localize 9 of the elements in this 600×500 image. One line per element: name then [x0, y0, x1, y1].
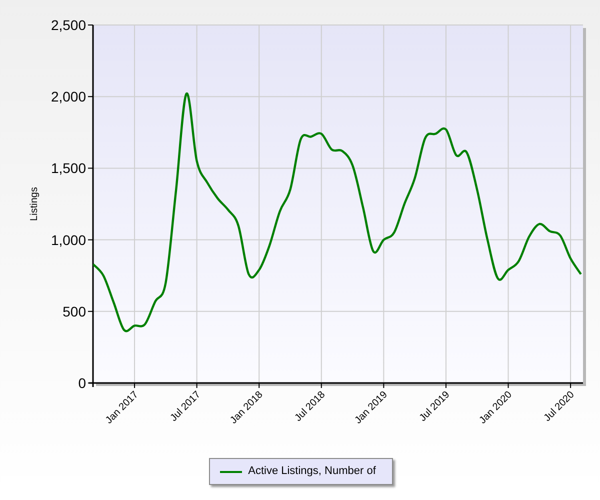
y-tick-label: 500: [62, 303, 86, 320]
y-tick-label: 2,000: [50, 88, 86, 105]
legend-line-icon: [220, 470, 242, 472]
legend-label: Active Listings, Number of: [248, 464, 376, 480]
y-axis-title: Listings: [29, 187, 40, 221]
y-tick-label: 2,500: [50, 17, 86, 33]
y-tick-label: 1,000: [50, 232, 86, 248]
y-tick-label: 1,500: [50, 160, 86, 176]
y-tick-label: 0: [78, 375, 86, 391]
